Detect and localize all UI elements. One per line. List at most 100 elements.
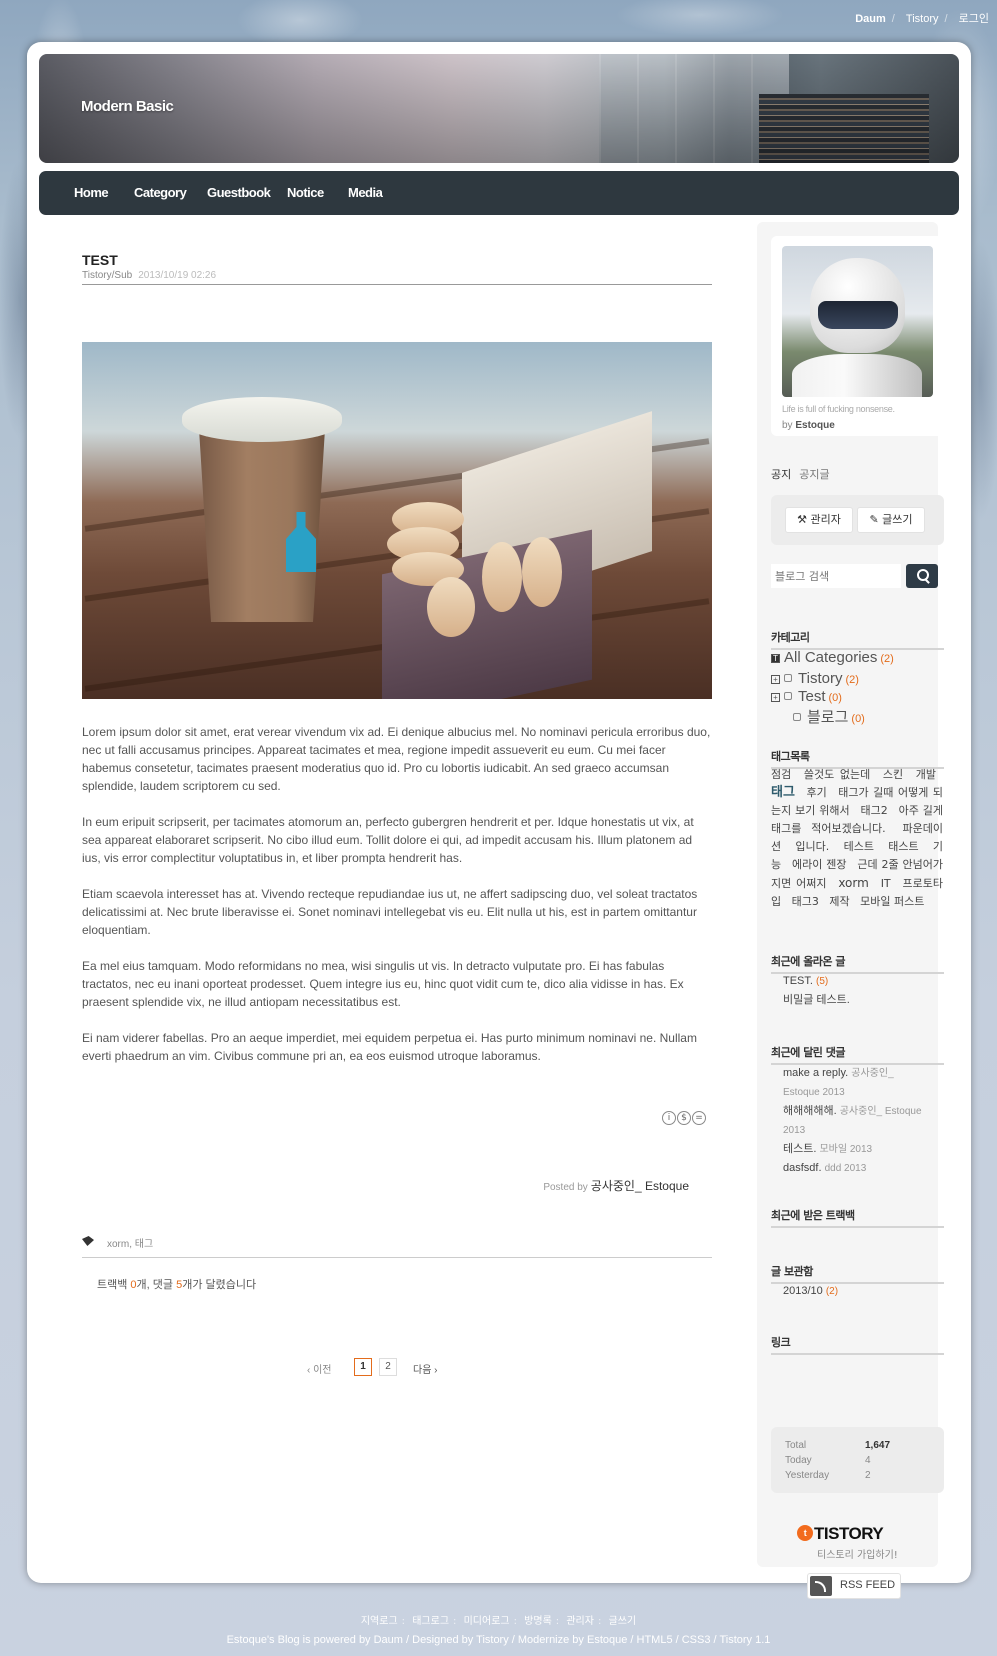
expand-icon: +: [771, 693, 780, 702]
main-menu: Home Category Guestbook Notice Media: [39, 171, 959, 215]
footer-link-media[interactable]: 미디어로그: [464, 1616, 510, 1627]
counter-yesterday: Yesterday 2: [785, 1470, 871, 1481]
tag-link[interactable]: IT: [881, 877, 891, 890]
tistory-link[interactable]: Tistory: [906, 13, 939, 25]
next-page-link[interactable]: 다음 ›: [413, 1361, 438, 1376]
recent-comment-item[interactable]: dasfsdf. ddd 2013: [783, 1159, 933, 1178]
tag-link[interactable]: 후기: [806, 786, 826, 799]
category-item[interactable]: + Test (0): [771, 688, 842, 705]
notice-link[interactable]: 공지글: [799, 468, 829, 481]
tag-link[interactable]: 태그: [771, 785, 795, 800]
folder-icon: [784, 692, 792, 700]
recent-trackbacks-title: 최근에 받은 트랙백: [771, 1207, 944, 1228]
profile-name[interactable]: Estoque: [795, 420, 834, 431]
rss-feed-button[interactable]: RSS FEED: [807, 1573, 901, 1599]
profile-byline: by Estoque: [782, 420, 835, 431]
write-button[interactable]: ✎ 글쓰기: [857, 507, 925, 533]
notice-section: 공지 공지글: [771, 466, 830, 482]
post-paragraph: Lorem ipsum dolor sit amet, erat verear …: [82, 725, 711, 793]
post-author[interactable]: 공사중인_ Estoque: [591, 1179, 689, 1193]
tag-link[interactable]: 모바일 퍼스트: [860, 895, 924, 908]
tag-link[interactable]: 태스트: [888, 840, 918, 853]
recent-comment-item[interactable]: 해해해해해. 공사중인_ Estoque 2013: [783, 1102, 933, 1140]
tistory-logo[interactable]: t TISTORY: [797, 1524, 884, 1544]
daum-link[interactable]: Daum: [855, 13, 886, 25]
admin-box: ⚒ 관리자 ✎ 글쓰기: [771, 495, 944, 545]
category-item[interactable]: T All Categories (2): [771, 649, 894, 666]
tag-link[interactable]: 스킨: [883, 768, 903, 781]
post-category[interactable]: Tistory/Sub: [82, 270, 132, 281]
prev-page-link[interactable]: ‹ 이전: [307, 1361, 332, 1376]
post-date: 2013/10/19 02:26: [138, 270, 217, 281]
page-2[interactable]: 2: [379, 1358, 397, 1376]
post-paragraph: Etiam scaevola interesset has at. Vivend…: [82, 887, 698, 937]
cc-by-icon: i: [662, 1111, 676, 1125]
post-title[interactable]: TEST: [82, 252, 712, 268]
tag-link[interactable]: xorm: [838, 876, 869, 890]
archive-title: 글 보관함: [771, 1263, 944, 1284]
search-input[interactable]: [771, 564, 901, 588]
tag-link[interactable]: 태그3: [792, 895, 819, 908]
post-paragraph: Ei nam viderer fabellas. Pro an aeque im…: [82, 1031, 697, 1063]
recent-post-item[interactable]: TEST. (5): [783, 972, 850, 991]
counter-today: Today 4: [785, 1455, 871, 1466]
page-1[interactable]: 1: [354, 1358, 372, 1376]
folder-icon: [793, 713, 801, 721]
tag-link[interactable]: 태그2: [861, 804, 888, 817]
post-meta: Tistory/Sub 2013/10/19 02:26: [82, 270, 712, 281]
recent-comment-item[interactable]: make a reply. 공사중인_ Estoque 2013: [783, 1064, 933, 1102]
recent-comment-item[interactable]: 테스트. 모바일 2013: [783, 1140, 933, 1159]
menu-home[interactable]: Home: [74, 185, 109, 200]
menu-media[interactable]: Media: [348, 185, 383, 200]
archive-item[interactable]: 2013/10 (2): [783, 1282, 838, 1301]
pencil-icon: ✎: [869, 513, 879, 526]
footer-link-tag[interactable]: 태그로그: [412, 1616, 449, 1627]
archive-list: 2013/10 (2): [783, 1282, 838, 1301]
footer-link-admin[interactable]: 관리자: [566, 1616, 594, 1627]
rss-label: RSS FEED: [840, 1579, 896, 1591]
menu-category[interactable]: Category: [134, 185, 187, 200]
tag-link[interactable]: 개발: [916, 768, 936, 781]
tag-icon: [82, 1236, 94, 1246]
search-button[interactable]: [906, 564, 938, 588]
post-tag-list[interactable]: xorm, 태그: [107, 1235, 153, 1250]
counter-total: Total 1,647: [785, 1440, 891, 1451]
admin-button-label: 관리자: [810, 513, 841, 526]
creative-commons-icon[interactable]: i $ =: [661, 1105, 706, 1125]
blog-search: [771, 564, 944, 590]
login-link[interactable]: 로그인: [959, 13, 989, 25]
footer-link-location[interactable]: 지역로그: [361, 1616, 398, 1627]
tag-link[interactable]: 제작: [829, 895, 849, 908]
tag-link[interactable]: 입니다.: [795, 840, 829, 853]
post-tags: xorm, 태그: [82, 1234, 712, 1258]
avatar[interactable]: [782, 246, 933, 397]
category-item[interactable]: + Tistory (2): [771, 670, 859, 687]
recent-post-item[interactable]: 비밀글 테스트.: [783, 991, 850, 1009]
write-button-label: 글쓰기: [882, 513, 913, 526]
tag-link[interactable]: 점검: [771, 768, 791, 781]
recent-comments-title: 최근에 달린 댓글: [771, 1044, 944, 1065]
blog-title[interactable]: Modern Basic: [81, 98, 174, 115]
divider: [82, 284, 712, 285]
menu-notice[interactable]: Notice: [287, 185, 324, 200]
wrench-icon: ⚒: [797, 513, 807, 526]
category-item[interactable]: 블로그 (0): [793, 706, 865, 727]
tag-link[interactable]: 테스트: [844, 840, 874, 853]
profile-card: Life is full of fucking nonsense. by Est…: [771, 236, 944, 436]
menu-guestbook[interactable]: Guestbook: [207, 185, 271, 200]
post-image: [82, 342, 712, 699]
footer-link-write[interactable]: 글쓰기: [609, 1616, 637, 1627]
category-title: 카테고리: [771, 629, 944, 650]
footer-link-guestbook[interactable]: 방명록: [524, 1616, 552, 1627]
expand-icon: +: [771, 675, 780, 684]
cc-nd-icon: =: [692, 1111, 706, 1125]
tag-link[interactable]: 에라이 젠장: [792, 858, 846, 871]
recent-posts-list: TEST. (5) 비밀글 테스트.: [783, 972, 850, 1009]
trackback-comment-toggle[interactable]: 트랙백 0개, 댓글 5개가 달렸습니다: [97, 1276, 256, 1292]
tistory-join-link[interactable]: 티스토리 가입하기!: [817, 1546, 898, 1561]
category-count: (2): [845, 674, 859, 686]
recent-posts-title: 최근에 올라온 글: [771, 953, 944, 974]
admin-button[interactable]: ⚒ 관리자: [785, 507, 853, 533]
posted-by: Posted by 공사중인_ Estoque: [543, 1177, 689, 1194]
tag-link[interactable]: 쓸것도 없는데: [804, 768, 870, 781]
